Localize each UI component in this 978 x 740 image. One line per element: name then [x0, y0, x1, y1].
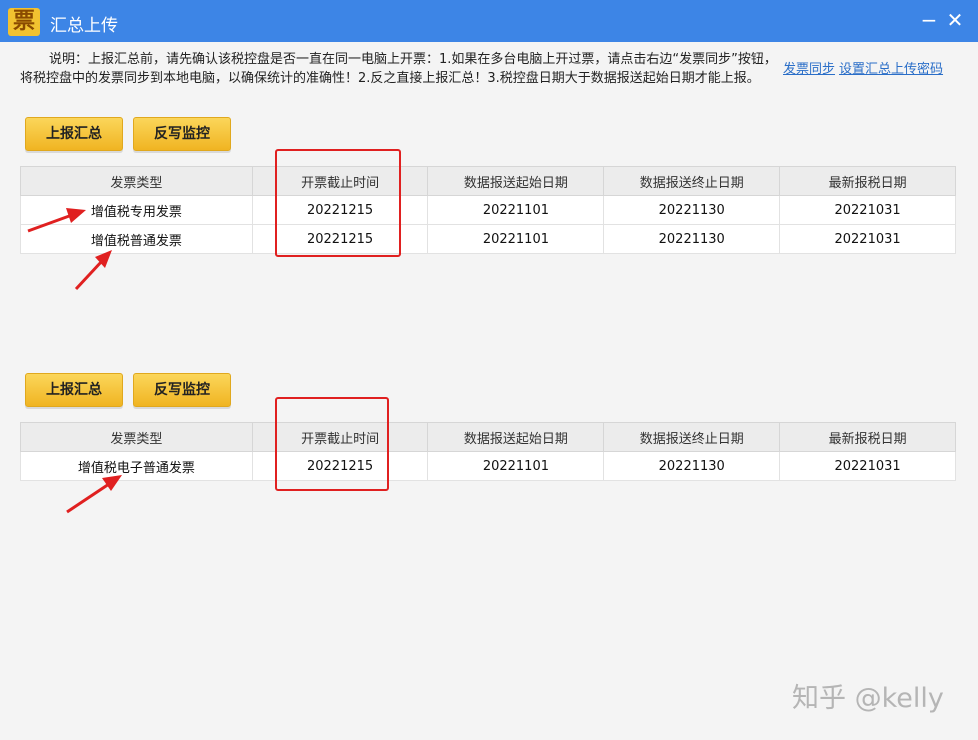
arrow-icon: [27, 208, 86, 233]
arrow-icon: [66, 475, 122, 514]
arrow-icon: [74, 250, 112, 291]
annotation-arrows: [27, 208, 122, 514]
watermark: 知乎 @kelly: [792, 683, 944, 714]
